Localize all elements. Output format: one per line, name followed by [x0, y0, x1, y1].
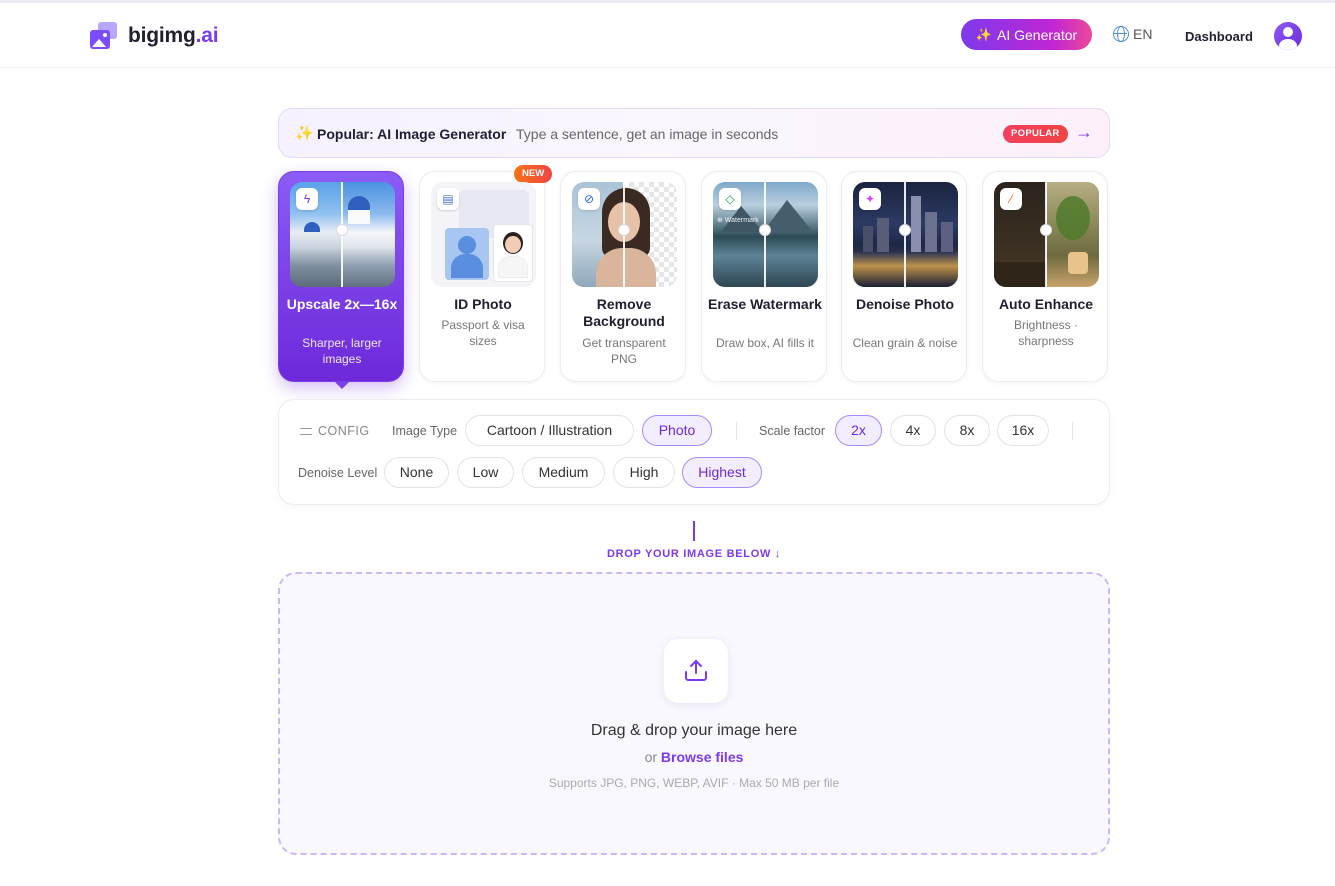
scale-factor-label: Scale factor — [759, 424, 826, 438]
tool-subtitle: Draw box, AI fills it — [715, 336, 815, 350]
tool-card-upscale[interactable]: ϟ Upscale 2x—16x Sharper, larger images — [278, 171, 404, 389]
scale-option-8x[interactable]: 8x — [944, 415, 990, 446]
tool-subtitle: Clean grain & noise — [852, 336, 958, 350]
scale-option-2x[interactable]: 2x — [835, 415, 882, 446]
site-header: bigimg.ai ✨ AI Generator EN Dashboard — [0, 3, 1335, 68]
logo-text: bigimg.ai — [128, 23, 219, 47]
tool-title: Denoise Photo — [855, 296, 954, 312]
denoise-option-highest[interactable]: Highest — [682, 457, 762, 488]
logo[interactable]: bigimg.ai — [90, 22, 219, 49]
ai-generator-button[interactable]: ✨ AI Generator — [961, 19, 1092, 50]
tool-card-remove-background[interactable]: ⊘ Remove Background Get transparent PNG — [560, 171, 686, 382]
denoise-preview-image: ✦ — [853, 182, 958, 287]
image-type-option-photo[interactable]: Photo — [642, 415, 712, 446]
connector-line — [693, 521, 695, 541]
dropzone-title: Drag & drop your image here — [590, 722, 798, 739]
tool-title: Upscale 2x—16x — [286, 296, 398, 312]
divider — [736, 422, 737, 440]
ai-generator-label: AI Generator — [997, 26, 1078, 43]
upload-dropzone[interactable]: Drag & drop your image here or Browse fi… — [278, 572, 1110, 855]
upload-icon — [664, 639, 728, 703]
magic-wand-icon: ⁄ — [1000, 188, 1022, 210]
denoise-option-high[interactable]: High — [613, 457, 675, 488]
sparkle-icon: ✨ — [975, 26, 993, 42]
language-label: EN — [1133, 26, 1153, 42]
tool-title: Erase Watermark — [708, 296, 822, 312]
config-heading: CONFIG — [300, 424, 370, 438]
tool-card-auto-enhance[interactable]: ⁄ Auto Enhance Brightness · sharpness — [982, 171, 1108, 382]
scale-option-16x[interactable]: 16x — [997, 415, 1049, 446]
tool-subtitle: Get transparent PNG — [582, 336, 666, 366]
language-selector[interactable]: EN — [1113, 26, 1152, 42]
image-type-option-cartoon[interactable]: Cartoon / Illustration — [465, 415, 634, 446]
tool-card-erase-watermark[interactable]: ⊕ Watermark ◇ Erase Watermark Draw box, … — [701, 171, 827, 382]
tool-subtitle: Brightness · sharpness — [1013, 318, 1079, 348]
popular-banner[interactable]: ✨ Popular: AI Image Generator Type a sen… — [278, 108, 1110, 158]
denoise-option-none[interactable]: None — [384, 457, 449, 488]
tool-title: ID Photo — [454, 296, 512, 312]
globe-icon — [1113, 26, 1129, 42]
new-badge: NEW — [514, 165, 553, 183]
sliders-icon — [300, 426, 312, 437]
sparkles-icon: ✦ — [859, 188, 881, 210]
denoise-option-low[interactable]: Low — [457, 457, 514, 488]
no-image-icon: ⊘ — [578, 188, 600, 210]
supported-formats-text: Supports JPG, PNG, WEBP, AVIF · Max 50 M… — [548, 776, 840, 790]
user-avatar[interactable] — [1274, 22, 1302, 50]
auto-enhance-preview-image: ⁄ — [994, 182, 1099, 287]
denoise-option-medium[interactable]: Medium — [522, 457, 605, 488]
id-card-icon: ▤ — [437, 188, 459, 210]
scale-option-4x[interactable]: 4x — [890, 415, 936, 446]
tool-subtitle: Passport & visa sizes — [441, 318, 525, 348]
arrow-right-icon[interactable]: → — [1075, 122, 1093, 143]
tool-card-id-photo[interactable]: NEW ▤ ID Photo Passport & visa sizes — [419, 165, 553, 382]
config-panel: CONFIG Image Type Cartoon / Illustration… — [278, 399, 1110, 505]
banner-title: Popular: AI Image Generator — [317, 126, 507, 142]
dashboard-link[interactable]: Dashboard — [1185, 29, 1253, 44]
upscale-preview-image: ϟ — [290, 182, 395, 287]
banner-subtitle: Type a sentence, get an image in seconds — [516, 126, 779, 142]
logo-icon — [90, 22, 118, 49]
tool-title: Remove Background — [583, 296, 665, 329]
browse-files-link[interactable]: Browse files — [661, 749, 743, 765]
popular-badge: POPULAR — [1003, 125, 1068, 143]
image-type-label: Image Type — [392, 424, 458, 438]
eraser-icon: ◇ — [719, 188, 741, 210]
drop-hint: DROP YOUR IMAGE BELOW ↓ — [607, 548, 781, 560]
tool-card-denoise-photo[interactable]: ✦ Denoise Photo Clean grain & noise — [841, 171, 967, 382]
sparkle-icon: ✨ — [295, 125, 314, 142]
tool-title: Auto Enhance — [998, 296, 1094, 312]
divider — [1072, 422, 1073, 440]
remove-bg-preview-image: ⊘ — [572, 182, 677, 287]
bolt-icon: ϟ — [296, 188, 318, 210]
denoise-level-label: Denoise Level — [298, 466, 378, 480]
erase-watermark-preview-image: ⊕ Watermark ◇ — [713, 182, 818, 287]
tool-subtitle: Sharper, larger images — [302, 336, 382, 366]
id-photo-preview-image: ▤ — [431, 182, 536, 287]
dropzone-or-line: or Browse files — [644, 749, 744, 765]
